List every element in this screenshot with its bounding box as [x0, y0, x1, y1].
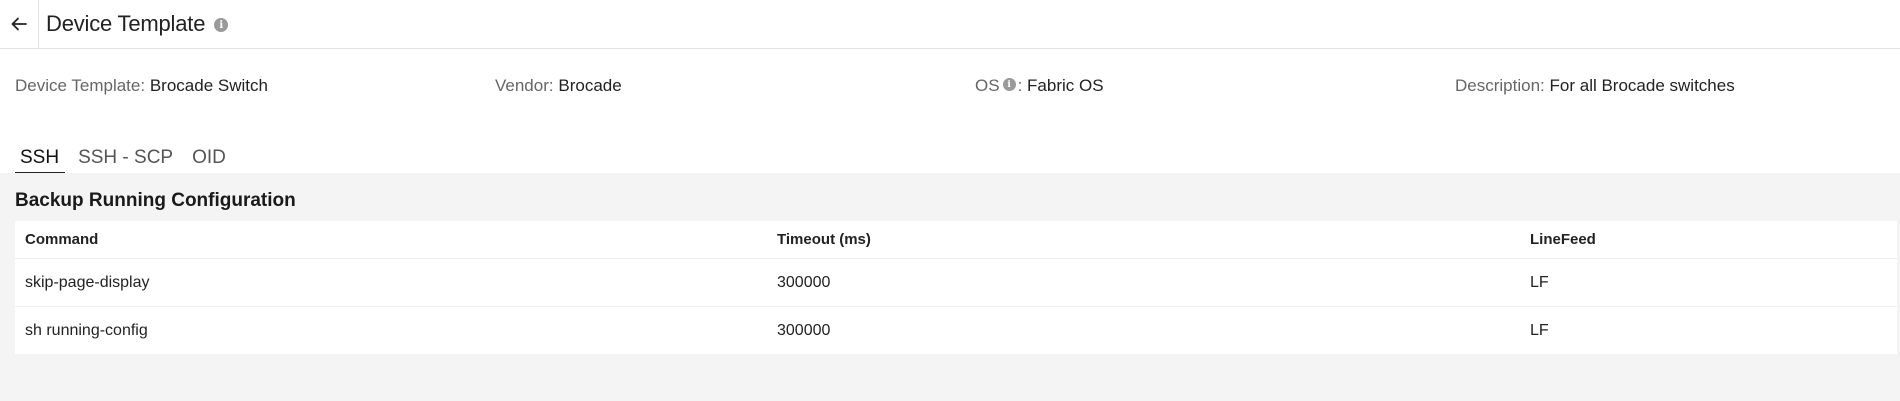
- os-info-icon[interactable]: i: [1002, 78, 1016, 92]
- table-header: Command Timeout (ms) LineFeed: [15, 221, 1897, 259]
- arrow-left-icon: [11, 17, 27, 31]
- section-title: Backup Running Configuration: [15, 190, 296, 211]
- cell-linefeed: LF: [1530, 321, 1549, 339]
- command-table: Command Timeout (ms) LineFeed skip-page-…: [15, 221, 1897, 354]
- column-header-timeout: Timeout (ms): [777, 231, 871, 248]
- cell-command: sh running-config: [25, 321, 148, 339]
- detail-value: Brocade: [558, 76, 622, 95]
- detail-value: Fabric OS: [1027, 76, 1104, 95]
- back-button[interactable]: [0, 0, 39, 48]
- detail-vendor: Vendor: Brocade: [495, 76, 622, 95]
- detail-label: Device Template: [15, 76, 141, 95]
- page-title: Device Template: [46, 11, 206, 36]
- info-icon[interactable]: i: [214, 18, 229, 32]
- detail-device-template: Device Template: Brocade Switch: [15, 76, 268, 95]
- detail-value: For all Brocade switches: [1549, 76, 1735, 95]
- page-header: Device Template i: [0, 0, 1900, 49]
- column-header-linefeed: LineFeed: [1530, 231, 1596, 248]
- detail-value: Brocade Switch: [149, 76, 268, 95]
- detail-label: OS: [975, 76, 1000, 95]
- detail-label: Description: [1455, 76, 1541, 95]
- detail-os: OS i: Fabric OS: [975, 76, 1104, 95]
- detail-label: Vendor: [495, 76, 549, 95]
- protocol-tabs: SSH SSH - SCP OID: [15, 147, 232, 174]
- content-panel: Backup Running Configuration Command Tim…: [0, 173, 1900, 401]
- table-row: sh running-config 300000 LF: [15, 307, 1897, 354]
- tab-oid[interactable]: OID: [187, 147, 232, 174]
- column-header-command: Command: [25, 231, 99, 248]
- cell-timeout: 300000: [777, 273, 831, 291]
- detail-description: Description: For all Brocade switches: [1455, 76, 1735, 95]
- cell-linefeed: LF: [1530, 273, 1549, 291]
- cell-command: skip-page-display: [25, 273, 150, 291]
- cell-timeout: 300000: [777, 321, 831, 339]
- table-row: skip-page-display 300000 LF: [15, 259, 1897, 307]
- tab-ssh[interactable]: SSH: [15, 147, 66, 174]
- template-details: Device Template: Brocade Switch Vendor: …: [0, 76, 1900, 100]
- tab-ssh-scp[interactable]: SSH - SCP: [73, 147, 179, 174]
